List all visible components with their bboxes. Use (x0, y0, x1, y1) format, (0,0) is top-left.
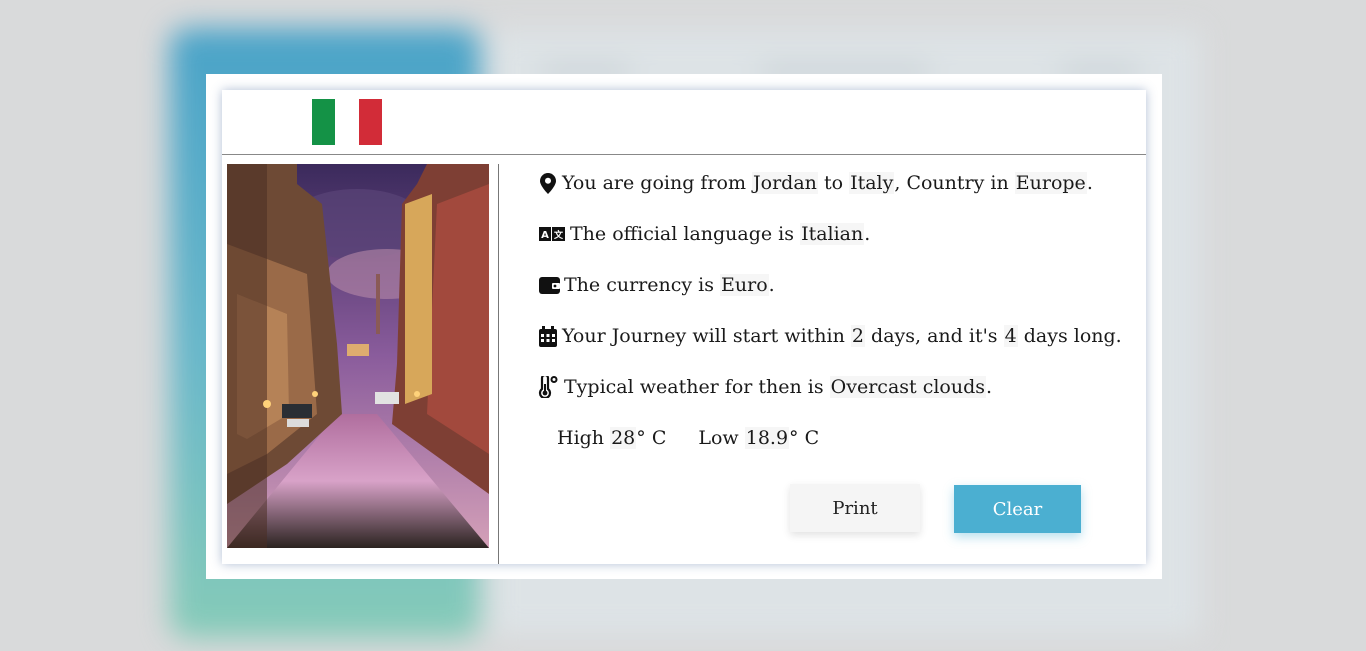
language-prefix: The official language is (570, 223, 795, 245)
continent: Europe (1014, 172, 1087, 194)
high-value: 28 (610, 427, 637, 449)
weather-prefix: Typical weather for then is (564, 376, 824, 398)
origin-country: Jordan (752, 172, 818, 194)
language-value: Italian (800, 223, 865, 245)
trip-card: You are going from Jordan to Italy, Coun… (222, 90, 1146, 564)
italy-flag (312, 99, 382, 145)
svg-text:文: 文 (553, 229, 564, 241)
journey-line: Your Journey will start within 2 days, a… (538, 321, 1122, 351)
vertical-divider (498, 164, 499, 564)
destination-line: You are going from Jordan to Italy, Coun… (538, 168, 1093, 198)
wallet-icon (538, 274, 560, 296)
journey-length-days: 4 (1003, 325, 1018, 347)
destination-country: Italy (849, 172, 895, 194)
weather-value: Overcast clouds (829, 376, 987, 398)
journey-start-days: 2 (850, 325, 865, 347)
clear-button[interactable]: Clear (954, 485, 1081, 533)
svg-text:A: A (541, 230, 549, 241)
currency-value: Euro (720, 274, 769, 296)
destination-prefix: You are going from (562, 172, 746, 194)
card-header (222, 90, 1146, 155)
low-label: Low (698, 427, 739, 449)
low-value: 18.9 (744, 427, 790, 449)
high-unit: ° C (636, 427, 667, 449)
temperature-line: High 28 ° C Low 18.9 ° C (557, 423, 819, 453)
map-pin-icon (538, 172, 558, 194)
to-word: to (823, 172, 844, 194)
weather-line: Typical weather for then is Overcast clo… (538, 372, 992, 402)
currency-prefix: The currency is (564, 274, 714, 296)
low-unit: ° C (789, 427, 820, 449)
destination-photo (227, 164, 489, 548)
print-button[interactable]: Print (790, 484, 920, 532)
journey-prefix: Your Journey will start within (562, 325, 845, 347)
high-label: High (557, 427, 605, 449)
language-line: A文 The official language is Italian. (538, 219, 870, 249)
trip-modal: You are going from Jordan to Italy, Coun… (206, 74, 1162, 579)
calendar-icon (538, 325, 558, 347)
currency-line: The currency is Euro. (538, 270, 775, 300)
thermometer-icon (538, 376, 560, 398)
language-icon: A文 (538, 223, 566, 245)
country-in-text: , Country in (894, 172, 1009, 194)
